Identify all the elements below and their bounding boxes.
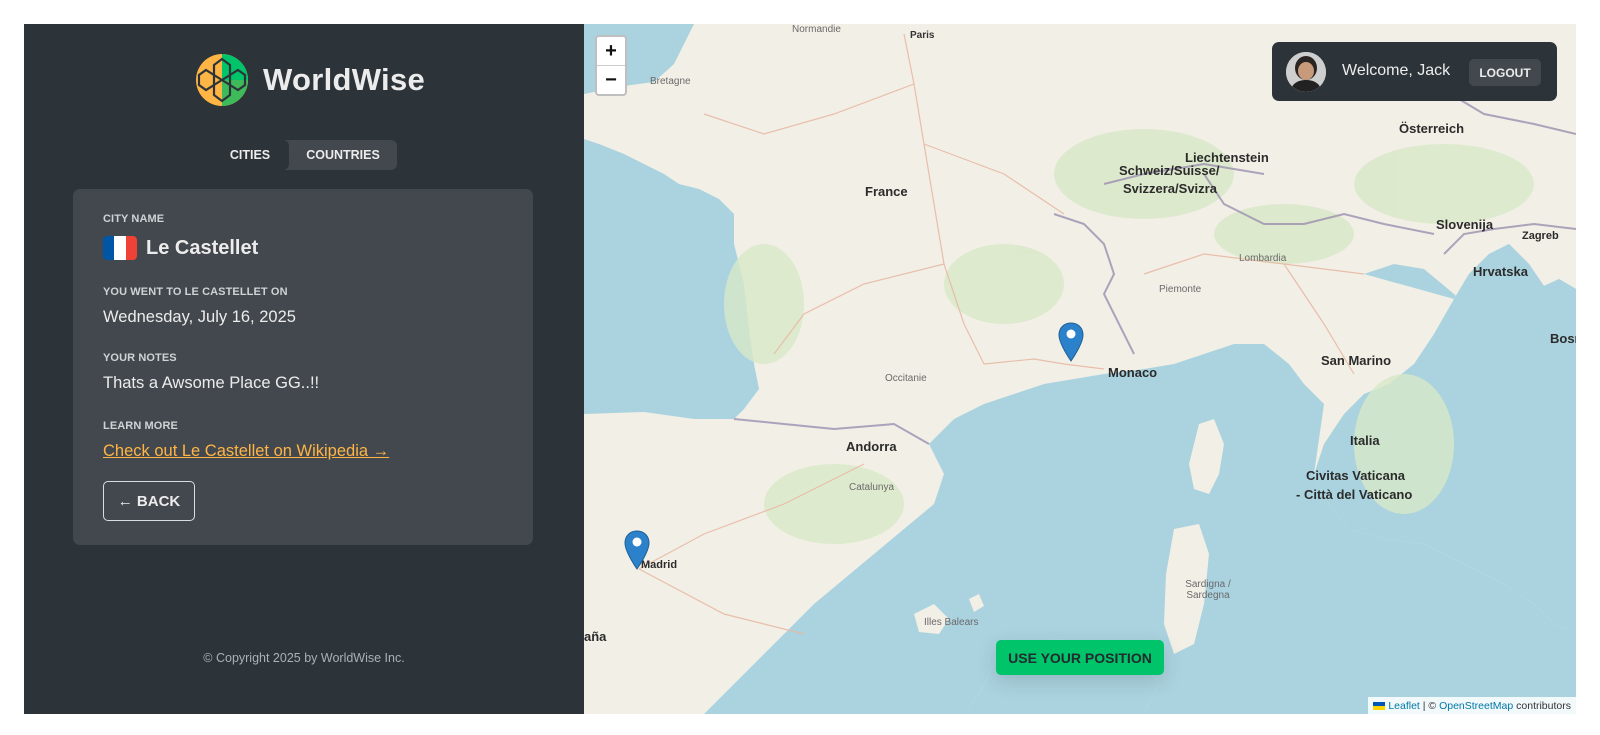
- zoom-in-button[interactable]: +: [597, 37, 625, 66]
- city-details-card: CITY NAME Le Castellet YOU WENT TO LE CA…: [73, 189, 533, 545]
- brand-name: WorldWise: [263, 62, 426, 97]
- attribution-tail: contributors: [1513, 699, 1571, 712]
- back-button[interactable]: ← BACK: [103, 481, 195, 521]
- notes-label: YOUR NOTES: [103, 352, 177, 364]
- map-label-occitanie: Occitanie: [885, 373, 927, 384]
- zoom-control: + −: [595, 35, 627, 96]
- map-attribution: Leaflet | © OpenStreetMap contributors: [1368, 697, 1576, 714]
- map-label-vatican-1: Civitas Vaticana: [1306, 468, 1405, 483]
- zoom-out-button[interactable]: −: [597, 66, 625, 95]
- map-label-croatia: Hrvatska: [1473, 264, 1528, 279]
- city-name: Le Castellet: [146, 236, 259, 259]
- map-label-vatican-2: - Città del Vaticano: [1296, 487, 1413, 502]
- user-avatar-icon: [1286, 52, 1326, 92]
- map-label-normandie: Normandie: [792, 24, 841, 35]
- attribution-separator: | ©: [1419, 699, 1440, 712]
- visit-date: Wednesday, July 16, 2025: [103, 308, 296, 326]
- logout-button[interactable]: LOGOUT: [1469, 59, 1541, 86]
- map-label-sardegna: Sardigna / Sardegna: [1185, 579, 1231, 601]
- map-pin-madrid[interactable]: [624, 530, 650, 570]
- tab-nav: CITIES COUNTRIES: [211, 140, 397, 170]
- notes-text: Thats a Awsome Place GG..!!: [103, 374, 320, 392]
- map-label-switzerland-1: Schweiz/Suisse/: [1119, 163, 1220, 178]
- user-panel: Welcome, Jack LOGOUT: [1272, 42, 1557, 101]
- map-label-andorra: Andorra: [846, 439, 897, 454]
- map-label-bosnia: Bosna: [1550, 331, 1576, 346]
- tab-countries[interactable]: COUNTRIES: [289, 140, 397, 170]
- use-position-button[interactable]: USE YOUR POSITION: [996, 640, 1164, 675]
- welcome-text: Welcome, Jack: [1342, 62, 1451, 79]
- map-label-austria: Österreich: [1399, 121, 1465, 136]
- learn-more-label: LEARN MORE: [103, 420, 178, 432]
- copyright: © Copyright 2025 by WorldWise Inc.: [203, 651, 405, 665]
- logo[interactable]: WorldWise: [195, 53, 425, 107]
- sidebar: WorldWise CITIES COUNTRIES CITY NAME Le …: [24, 24, 584, 714]
- map-label-zagreb: Zagreb: [1522, 230, 1559, 242]
- map-label-espana: aña: [584, 629, 607, 644]
- map-label-san-marino: San Marino: [1321, 353, 1392, 368]
- city-name-row: Le Castellet: [103, 236, 258, 260]
- map-label-paris: Paris: [910, 30, 935, 41]
- tab-cities[interactable]: CITIES: [211, 140, 289, 170]
- leaflet-link[interactable]: Leaflet: [1388, 700, 1420, 712]
- wikipedia-link[interactable]: Check out Le Castellet on Wikipedia →: [103, 442, 389, 461]
- visit-date-label: YOU WENT TO LE CASTELLET ON: [103, 286, 288, 298]
- map[interactable]: Paris France Andorra Monaco Madrid Liech…: [584, 24, 1576, 714]
- map-pin-le-castellet[interactable]: [1058, 322, 1084, 362]
- map-label-switzerland-2: Svizzera/Svizra: [1123, 181, 1217, 196]
- map-label-illes-balears: Illes Balears: [924, 617, 979, 628]
- ukraine-flag-icon: [1373, 701, 1386, 710]
- openstreetmap-link[interactable]: OpenStreetMap: [1439, 700, 1513, 712]
- avatar: [1286, 52, 1326, 92]
- map-label-italia: Italia: [1350, 433, 1380, 448]
- map-label-catalunya: Catalunya: [849, 482, 895, 493]
- app-container: WorldWise CITIES COUNTRIES CITY NAME Le …: [24, 24, 1576, 714]
- globe-logo-icon: [196, 54, 248, 106]
- map-label-slovenia: Slovenija: [1436, 217, 1494, 232]
- city-name-label: CITY NAME: [103, 213, 165, 225]
- map-label-monaco: Monaco: [1108, 365, 1158, 380]
- map-label-piemonte: Piemonte: [1159, 284, 1202, 295]
- map-label-bretagne: Bretagne: [650, 76, 691, 87]
- map-label-lombardia: Lombardia: [1239, 253, 1287, 264]
- france-flag-icon: [103, 236, 137, 260]
- map-label-france: France: [865, 184, 908, 199]
